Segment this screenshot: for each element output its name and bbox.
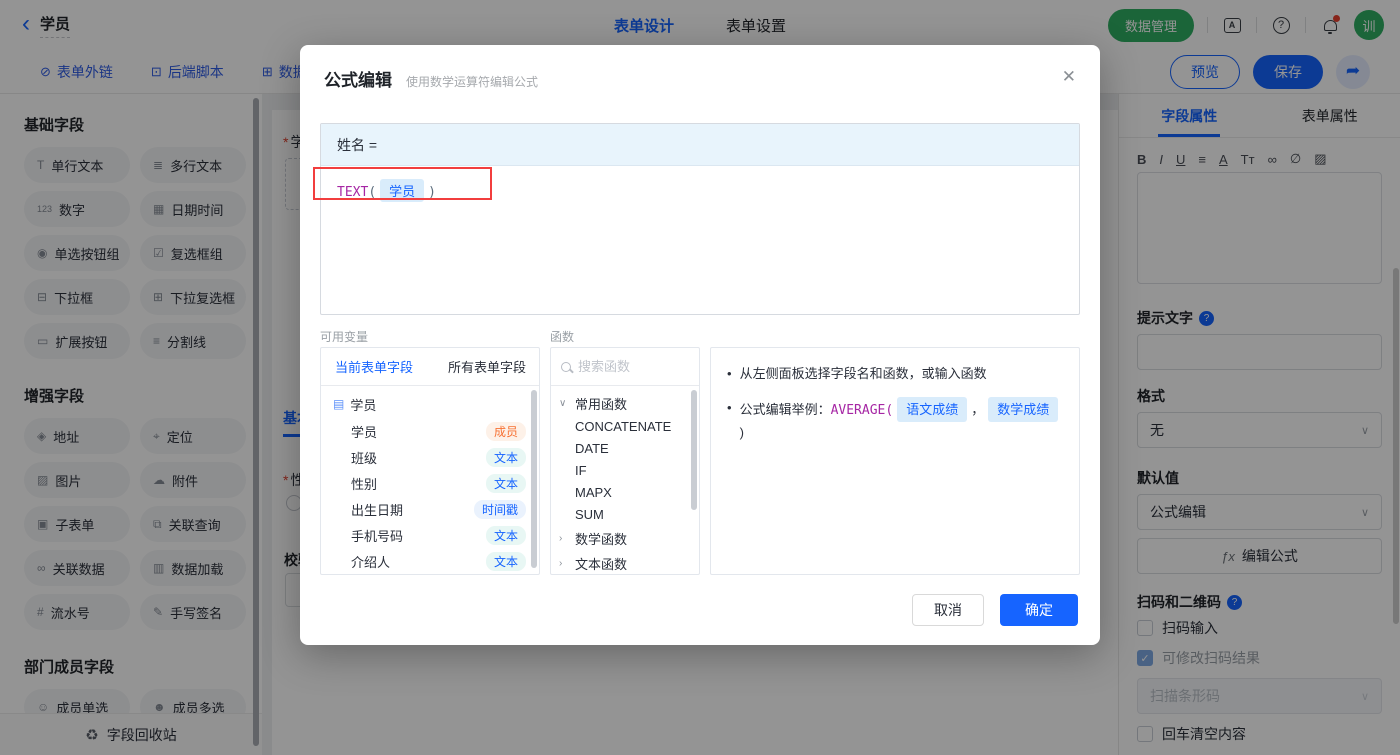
search-input[interactable]: [578, 359, 678, 374]
confirm-button[interactable]: 确定: [1000, 594, 1078, 626]
modal-subtitle: 使用数学运算符编辑公式: [406, 75, 539, 89]
type-badge: 成员: [485, 421, 526, 441]
type-badge: 文本: [485, 473, 526, 493]
variables-panel: 当前表单字段 所有表单字段 ▤ 学员 学员 成员 班级 文本 性别 文本 出生日期 时间戳…: [320, 347, 540, 575]
tab-all-form-fields[interactable]: 所有表单字段: [448, 357, 526, 376]
tip-example-line: • 公式编辑举例：AVERAGE(语文成绩，数学成绩): [725, 397, 1065, 443]
variable-row[interactable]: 手机号码 文本: [321, 522, 539, 548]
function-token: TEXT: [337, 185, 369, 200]
tips-panel: • 从左侧面板选择字段名和函数，或输入函数 • 公式编辑举例：AVERAGE(语文成…: [710, 347, 1080, 575]
field-chip-student[interactable]: 学员: [380, 179, 425, 202]
document-icon: ▤: [333, 397, 345, 411]
type-badge: 文本: [485, 447, 526, 467]
function-search[interactable]: [551, 348, 699, 386]
functions-scrollbar[interactable]: [691, 390, 697, 510]
type-badge: 文本: [485, 525, 526, 545]
type-badge: 时间戳: [473, 499, 526, 519]
function-token: AVERAGE(: [830, 403, 894, 418]
function-group-common[interactable]: ∨ 常用函数: [551, 391, 699, 416]
tip-line: • 从左侧面板选择字段名和函数，或输入函数: [727, 366, 987, 381]
functions-label: 函数: [550, 330, 575, 344]
variable-row[interactable]: 学员 成员: [321, 418, 539, 444]
type-badge: 文本: [485, 551, 526, 571]
variable-row[interactable]: 介绍人 文本: [321, 548, 539, 574]
variable-row[interactable]: 性别 文本: [321, 470, 539, 496]
variable-row[interactable]: 班级 文本: [321, 444, 539, 470]
chevron-down-icon: ∨: [559, 398, 567, 409]
chevron-right-icon: ›: [559, 533, 563, 544]
search-icon: [561, 361, 571, 372]
function-group-text[interactable]: › 文本函数: [551, 551, 699, 574]
variables-label: 可用变量: [320, 330, 369, 344]
modal-title: 公式编辑: [324, 71, 392, 90]
function-item[interactable]: SUM: [551, 504, 699, 526]
close-icon[interactable]: ✕: [1062, 67, 1076, 87]
functions-panel: ∨常用函数 CONCATENATE DATE IF MAPX SUM ›数学函数…: [550, 347, 700, 575]
function-item[interactable]: IF: [551, 460, 699, 482]
tree-root-student[interactable]: ▤ 学员: [321, 390, 539, 418]
variables-scrollbar[interactable]: [531, 390, 537, 568]
variable-row[interactable]: 出生日期 时间戳: [321, 496, 539, 522]
function-group-math[interactable]: › 数学函数: [551, 526, 699, 551]
cancel-button[interactable]: 取消: [912, 594, 984, 626]
field-chip-chinese-score[interactable]: 语文成绩: [897, 397, 968, 422]
formula-target: 姓名 =: [321, 124, 1079, 166]
function-item[interactable]: MAPX: [551, 482, 699, 504]
formula-editor[interactable]: 姓名 = TEXT(学员): [320, 123, 1080, 315]
tab-current-form-fields[interactable]: 当前表单字段: [335, 357, 413, 376]
chevron-right-icon: ›: [559, 558, 563, 569]
function-item[interactable]: CONCATENATE: [551, 416, 699, 438]
formula-editor-modal: 公式编辑 使用数学运算符编辑公式 ✕ 姓名 = TEXT(学员) 可用变量 函数…: [300, 45, 1100, 645]
function-item[interactable]: DATE: [551, 438, 699, 460]
formula-expression[interactable]: TEXT(学员): [321, 166, 1079, 215]
field-chip-math-score[interactable]: 数学成绩: [988, 397, 1059, 422]
